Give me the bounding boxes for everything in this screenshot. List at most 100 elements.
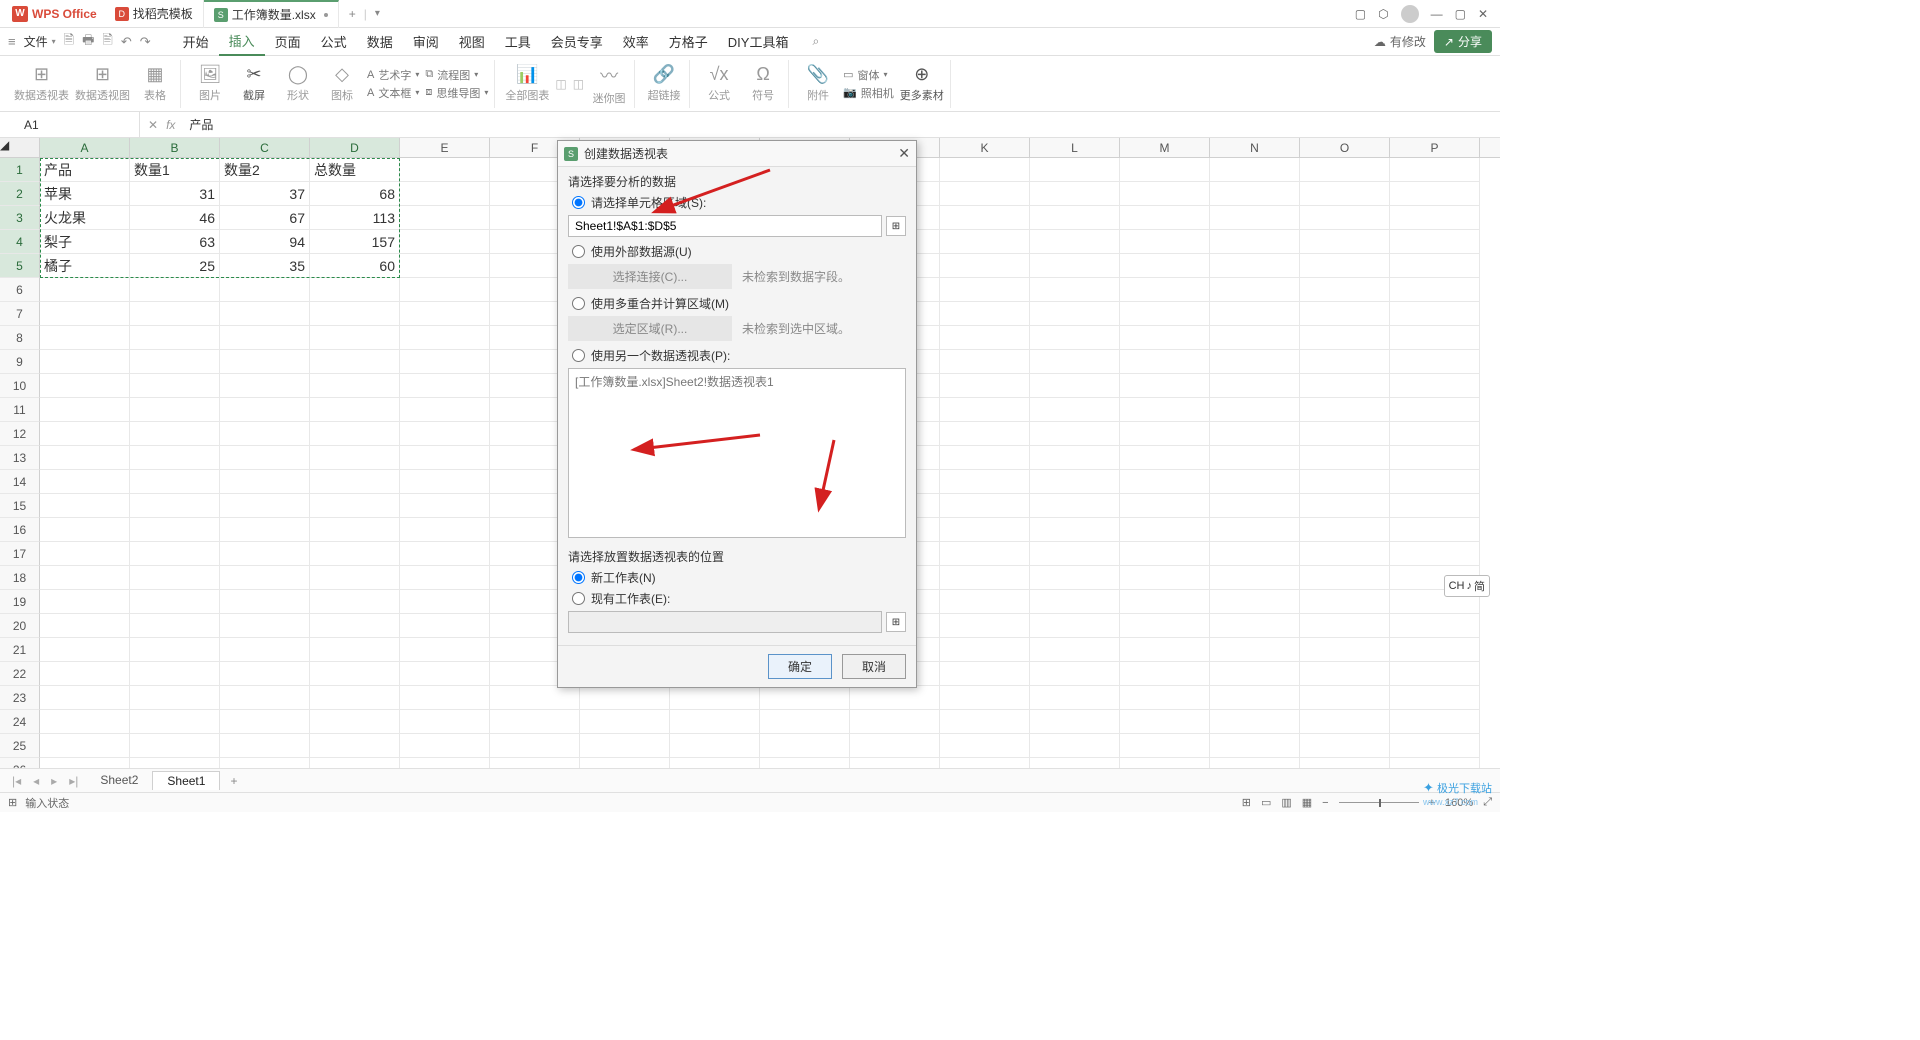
cell[interactable]	[1300, 470, 1390, 494]
cell[interactable]	[1210, 398, 1300, 422]
cell[interactable]	[1210, 542, 1300, 566]
cell[interactable]	[130, 446, 220, 470]
cell[interactable]	[400, 158, 490, 182]
cell[interactable]	[1390, 638, 1480, 662]
row-header[interactable]: 21	[0, 638, 40, 662]
cell[interactable]	[1210, 710, 1300, 734]
fx-icon[interactable]: fx	[166, 118, 175, 132]
cell[interactable]	[1030, 278, 1120, 302]
cell[interactable]	[1210, 494, 1300, 518]
cell[interactable]	[400, 278, 490, 302]
cell[interactable]	[400, 326, 490, 350]
cell[interactable]	[310, 614, 400, 638]
cell[interactable]	[1030, 158, 1120, 182]
print-icon[interactable]: 🖶	[82, 31, 94, 53]
cell[interactable]	[310, 566, 400, 590]
dialog-titlebar[interactable]: S 创建数据透视表 ✕	[558, 141, 916, 167]
cell[interactable]	[40, 374, 130, 398]
column-header[interactable]: C	[220, 138, 310, 157]
cell[interactable]: 68	[310, 182, 400, 206]
cell[interactable]	[1030, 734, 1120, 758]
cell[interactable]	[940, 470, 1030, 494]
cell[interactable]	[940, 422, 1030, 446]
select-all-corner[interactable]: ◢	[0, 138, 40, 157]
cell[interactable]	[1210, 182, 1300, 206]
cell[interactable]	[40, 446, 130, 470]
maximize-icon[interactable]: ▢	[1455, 7, 1466, 21]
cell[interactable]	[130, 734, 220, 758]
row-header[interactable]: 15	[0, 494, 40, 518]
cell[interactable]	[1120, 158, 1210, 182]
avatar[interactable]	[1401, 5, 1419, 23]
radio-another[interactable]: 使用另一个数据透视表(P):	[572, 347, 906, 364]
sheet-nav-first[interactable]: |◂	[8, 774, 25, 788]
cell[interactable]	[1210, 518, 1300, 542]
cell[interactable]	[40, 278, 130, 302]
redo-icon[interactable]: ↷	[140, 34, 151, 50]
cell[interactable]	[1030, 518, 1120, 542]
cell[interactable]	[1300, 206, 1390, 230]
cell[interactable]	[940, 230, 1030, 254]
cell[interactable]	[1390, 254, 1480, 278]
cell[interactable]: 数量2	[220, 158, 310, 182]
cell[interactable]	[40, 734, 130, 758]
cell[interactable]	[130, 686, 220, 710]
row-header[interactable]: 10	[0, 374, 40, 398]
cell[interactable]: 35	[220, 254, 310, 278]
cell[interactable]	[1300, 590, 1390, 614]
cell[interactable]	[40, 542, 130, 566]
cell[interactable]: 橘子	[40, 254, 130, 278]
cell[interactable]	[1030, 302, 1120, 326]
cell[interactable]	[220, 302, 310, 326]
row-header[interactable]: 4	[0, 230, 40, 254]
ime-indicator[interactable]: CH♪简	[1444, 575, 1490, 597]
cell[interactable]	[130, 638, 220, 662]
cell[interactable]	[40, 710, 130, 734]
cell[interactable]	[130, 374, 220, 398]
cell[interactable]	[1210, 158, 1300, 182]
minimize-icon[interactable]: —	[1431, 7, 1443, 21]
cell[interactable]	[1300, 350, 1390, 374]
cell[interactable]	[1120, 398, 1210, 422]
cell[interactable]	[310, 350, 400, 374]
cell[interactable]	[1390, 398, 1480, 422]
cell[interactable]	[220, 470, 310, 494]
cell[interactable]	[490, 734, 580, 758]
cell[interactable]	[1390, 446, 1480, 470]
cell[interactable]	[1300, 158, 1390, 182]
cell[interactable]	[580, 686, 670, 710]
cell[interactable]	[220, 494, 310, 518]
cell[interactable]	[490, 710, 580, 734]
icons-button[interactable]: ◇图标	[323, 64, 361, 103]
cell[interactable]	[40, 326, 130, 350]
menu-tab-开始[interactable]: 开始	[173, 28, 219, 56]
row-header[interactable]: 16	[0, 518, 40, 542]
cell[interactable]	[310, 734, 400, 758]
cell[interactable]	[1030, 494, 1120, 518]
cell[interactable]	[940, 542, 1030, 566]
cell[interactable]: 数量1	[130, 158, 220, 182]
tab-workbook[interactable]: S 工作簿数量.xlsx	[204, 0, 339, 28]
cell[interactable]	[1210, 614, 1300, 638]
sheet-nav-prev[interactable]: ◂	[29, 774, 43, 788]
cell[interactable]	[1030, 710, 1120, 734]
cell[interactable]	[1030, 182, 1120, 206]
column-header[interactable]: P	[1390, 138, 1480, 157]
cell[interactable]	[1210, 374, 1300, 398]
formula-button[interactable]: √x公式	[700, 64, 738, 103]
cell[interactable]	[850, 734, 940, 758]
column-header[interactable]: M	[1120, 138, 1210, 157]
cell[interactable]	[400, 710, 490, 734]
cell[interactable]	[1210, 470, 1300, 494]
undo-icon[interactable]: ↶	[121, 34, 132, 50]
cell[interactable]: 产品	[40, 158, 130, 182]
cell[interactable]	[400, 182, 490, 206]
textbox-button[interactable]: A文本框▾	[367, 85, 419, 101]
cell[interactable]	[400, 446, 490, 470]
cell[interactable]	[850, 710, 940, 734]
cell[interactable]	[940, 638, 1030, 662]
cell[interactable]	[1300, 566, 1390, 590]
cell[interactable]	[400, 302, 490, 326]
cell[interactable]	[400, 638, 490, 662]
cell[interactable]	[40, 686, 130, 710]
